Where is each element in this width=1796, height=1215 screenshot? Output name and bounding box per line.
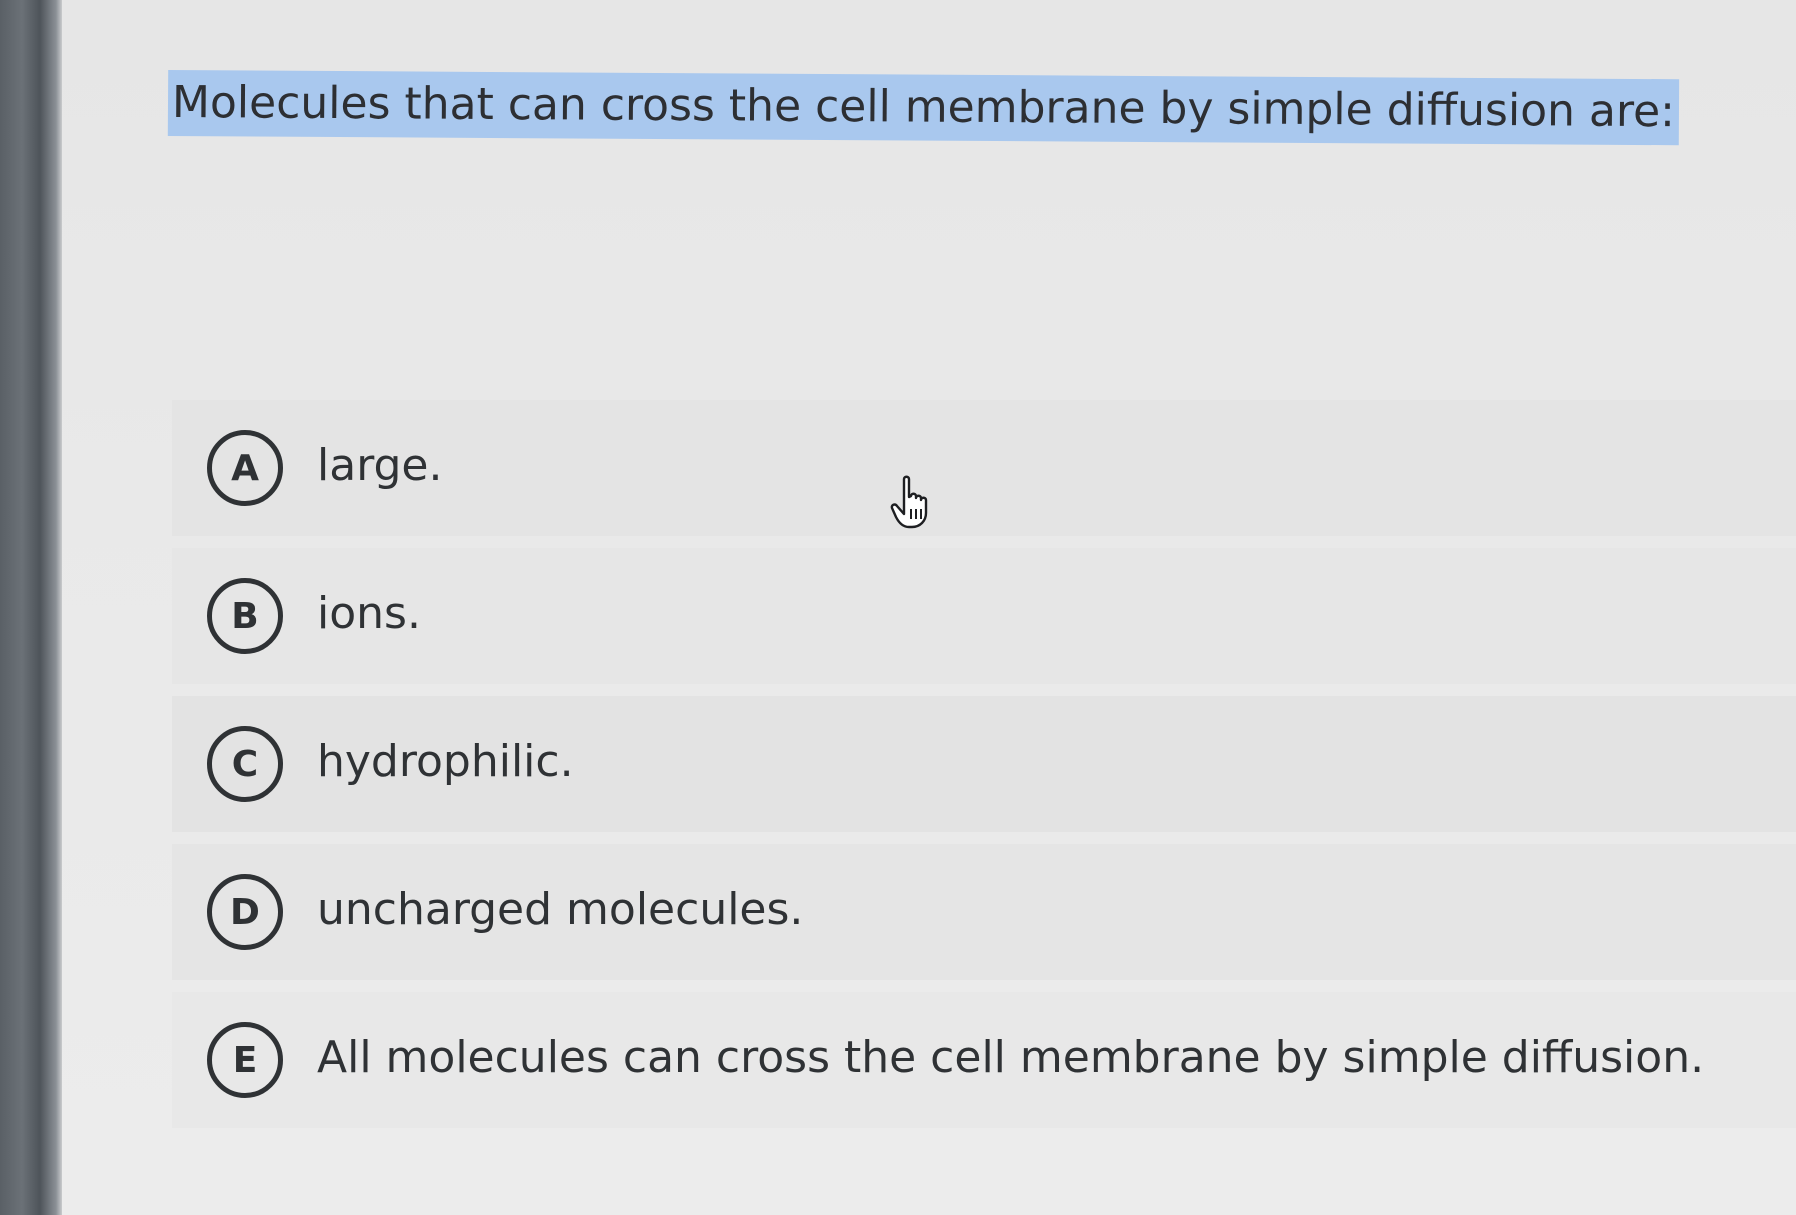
answer-option-a[interactable]: A large. xyxy=(172,400,1796,536)
option-letter-badge[interactable]: D xyxy=(207,874,283,950)
option-text[interactable]: hydrophilic. xyxy=(317,736,574,787)
answer-option-e[interactable]: E All molecules can cross the cell membr… xyxy=(172,992,1796,1128)
question-container: Molecules that can cross the cell membra… xyxy=(167,70,1680,146)
answer-option-b[interactable]: B ions. xyxy=(172,548,1796,684)
hand-pointer-icon xyxy=(890,475,928,529)
answer-option-c[interactable]: C hydrophilic. xyxy=(172,696,1796,832)
answer-options: A large. B ions. C hydrophilic. D unchar… xyxy=(172,400,1796,1140)
question-text: Molecules that can cross the cell membra… xyxy=(167,70,1680,146)
answer-option-d[interactable]: D uncharged molecules. xyxy=(172,844,1796,980)
screen: Molecules that can cross the cell membra… xyxy=(0,0,1796,1215)
option-letter-badge[interactable]: A xyxy=(207,430,283,506)
option-letter-badge[interactable]: B xyxy=(207,578,283,654)
option-text[interactable]: uncharged molecules. xyxy=(317,884,803,935)
option-text[interactable]: ions. xyxy=(317,588,421,639)
quiz-page: Molecules that can cross the cell membra… xyxy=(62,0,1796,1215)
option-letter-badge[interactable]: E xyxy=(207,1022,283,1098)
option-text[interactable]: All molecules can cross the cell membran… xyxy=(317,1032,1704,1083)
option-letter-badge[interactable]: C xyxy=(207,726,283,802)
option-text[interactable]: large. xyxy=(317,440,443,491)
